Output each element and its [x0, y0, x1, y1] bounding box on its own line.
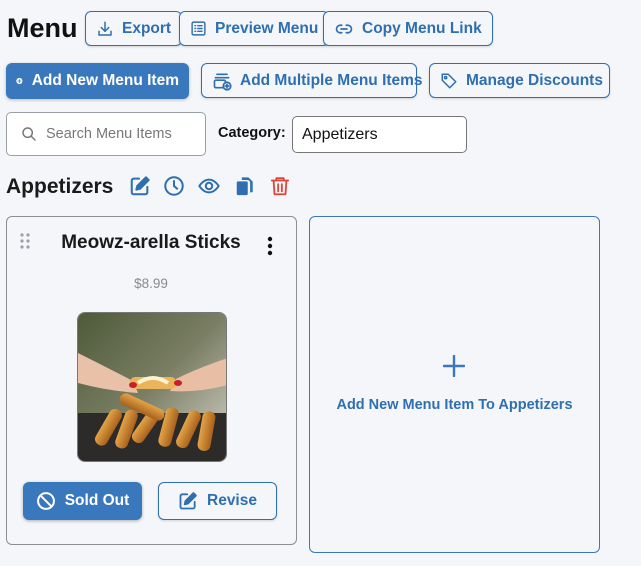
revise-label: Revise: [207, 492, 257, 509]
drag-handle-icon[interactable]: [20, 233, 30, 249]
search-input[interactable]: [46, 126, 196, 142]
preview-menu-button[interactable]: Preview Menu: [179, 11, 330, 46]
sold-out-label: Sold Out: [64, 492, 130, 509]
add-multiple-menu-items-button[interactable]: Add Multiple Menu Items: [201, 63, 423, 98]
category-label: Category:: [218, 125, 286, 141]
tag-icon: [441, 73, 457, 88]
copy-icon[interactable]: [233, 174, 257, 198]
clock-icon[interactable]: [162, 174, 186, 198]
trash-icon[interactable]: [268, 174, 292, 198]
page-title: Menu: [7, 13, 78, 43]
plus-circle-icon: [16, 77, 23, 85]
copy-menu-link-label: Copy Menu Link: [362, 19, 482, 37]
search-field[interactable]: [6, 112, 206, 156]
eye-icon[interactable]: [196, 174, 222, 198]
category-select[interactable]: Appetizers: [292, 116, 467, 153]
add-item-card-label: Add New Menu Item To Appetizers: [336, 397, 573, 413]
export-button[interactable]: Export: [85, 11, 183, 46]
ban-icon: [36, 492, 55, 510]
revise-button[interactable]: Revise: [158, 482, 277, 520]
add-new-menu-item-label: Add New Menu Item: [31, 72, 179, 89]
manage-discounts-label: Manage Discounts: [466, 71, 603, 89]
link-icon: [335, 23, 353, 34]
sold-out-button[interactable]: Sold Out: [23, 482, 142, 520]
plus-icon: [443, 355, 465, 377]
add-item-card[interactable]: [309, 216, 600, 553]
export-label: Export: [122, 19, 172, 37]
download-icon: [98, 21, 112, 36]
edit-icon: [179, 492, 197, 510]
edit-section-icon[interactable]: [128, 174, 152, 198]
add-new-menu-item-button[interactable]: Add New Menu Item: [6, 63, 189, 99]
more-options-icon[interactable]: [266, 236, 274, 256]
list-icon: [191, 21, 206, 36]
category-value: Appetizers: [302, 125, 378, 143]
item-name: Meowz-arella Sticks: [61, 232, 241, 253]
manage-discounts-button[interactable]: Manage Discounts: [429, 63, 610, 98]
section-title: Appetizers: [6, 175, 114, 198]
stack-add-icon: [213, 73, 232, 91]
preview-menu-label: Preview Menu: [215, 19, 319, 37]
item-photo: [77, 312, 227, 462]
item-price: $8.99: [134, 276, 168, 291]
copy-menu-link-button[interactable]: Copy Menu Link: [323, 11, 493, 46]
search-icon: [22, 127, 36, 141]
add-multiple-menu-items-label: Add Multiple Menu Items: [240, 71, 423, 89]
